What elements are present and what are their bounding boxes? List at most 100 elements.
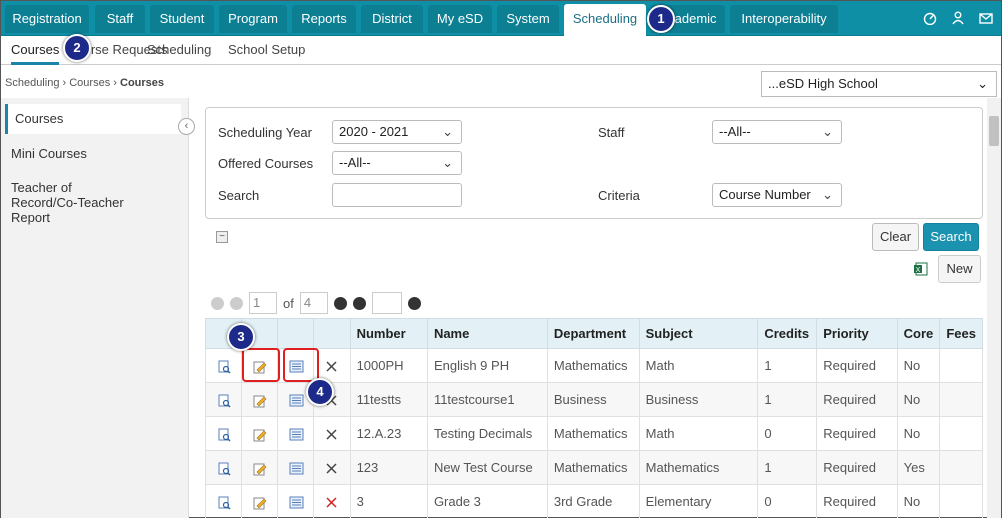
view-course-icon-cell[interactable] (204, 416, 243, 451)
edit-course-icon[interactable] (253, 462, 267, 476)
subnav-scheduling[interactable]: Scheduling (147, 36, 211, 65)
tab-scheduling[interactable]: Scheduling (564, 4, 646, 36)
search-input[interactable] (332, 183, 462, 207)
edit-course-icon-cell[interactable] (241, 484, 279, 518)
chevron-down-icon: ⌄ (977, 76, 988, 91)
user-settings-icon[interactable] (951, 11, 965, 25)
tab-interoperability[interactable]: Interoperability (730, 5, 838, 33)
course-detail-icon-cell[interactable] (277, 450, 315, 485)
header-credits[interactable]: Credits (757, 318, 818, 349)
breadcrumb-scheduling[interactable]: Scheduling (5, 77, 59, 89)
view-course-icon[interactable] (217, 428, 231, 442)
view-course-icon-cell[interactable] (204, 484, 243, 518)
offered-courses-select[interactable]: --All-- ⌄ (332, 151, 462, 175)
prev-page-icon[interactable] (230, 296, 243, 310)
school-select[interactable]: ...eSD High School ⌄ (761, 71, 997, 97)
sidebar-item-teacher-report[interactable]: Teacher of Record/Co-Teacher Report (1, 180, 151, 225)
cell-subject: Elementary (638, 484, 759, 518)
cell-core: No (896, 348, 941, 383)
view-course-icon[interactable] (217, 360, 231, 374)
collapse-sidebar-button[interactable]: ‹ (178, 118, 195, 135)
delete-course-icon[interactable] (325, 360, 339, 373)
search-button[interactable]: Search (923, 223, 979, 251)
edit-course-icon[interactable] (253, 428, 267, 442)
svg-text:X: X (916, 267, 921, 274)
delete-course-icon[interactable] (325, 496, 339, 509)
collapse-filter-icon[interactable]: − (216, 231, 228, 243)
edit-course-icon-cell[interactable] (241, 416, 279, 451)
delete-course-icon[interactable] (325, 428, 339, 441)
tab-registration[interactable]: Registration (5, 5, 89, 33)
delete-course-icon[interactable] (325, 462, 339, 475)
course-detail-icon-cell[interactable] (277, 416, 315, 451)
tab-my-esd[interactable]: My eSD (428, 5, 492, 33)
view-course-icon-cell[interactable] (204, 450, 243, 485)
edit-course-icon[interactable] (253, 394, 267, 408)
header-fees[interactable]: Fees (939, 318, 983, 349)
header-name[interactable]: Name (426, 318, 548, 349)
header-priority[interactable]: Priority (816, 318, 898, 349)
course-detail-icon[interactable] (289, 428, 304, 441)
callout-1: 1 (647, 5, 675, 33)
chevron-down-icon: ⌄ (442, 155, 453, 170)
view-course-icon[interactable] (217, 394, 231, 408)
edit-course-icon-cell[interactable] (241, 450, 279, 485)
tab-system[interactable]: System (497, 5, 559, 33)
scrollbar-thumb[interactable] (989, 116, 999, 146)
sidebar-item-courses[interactable]: Courses (5, 104, 181, 134)
course-detail-icon[interactable] (289, 462, 304, 475)
edit-course-icon-cell[interactable] (241, 382, 279, 417)
edit-course-icon[interactable] (253, 496, 267, 510)
cell-number: 11testts (349, 382, 428, 417)
table-row[interactable]: 123 New Test Course Mathematics Mathematics… (204, 450, 983, 485)
chevron-down-icon: ⌄ (442, 124, 453, 139)
tab-staff[interactable]: Staff (95, 5, 145, 33)
tab-district[interactable]: District (361, 5, 423, 33)
scrollbar[interactable] (987, 98, 1001, 518)
header-department[interactable]: Department (546, 318, 640, 349)
last-page-icon[interactable] (352, 296, 366, 310)
page-input[interactable]: 1 (249, 292, 277, 314)
first-page-icon[interactable] (211, 296, 224, 310)
view-course-icon-cell[interactable] (204, 382, 243, 417)
staff-select[interactable]: --All-- ⌄ (712, 120, 842, 144)
header-core[interactable]: Core (896, 318, 941, 349)
subnav-school-setup[interactable]: School Setup (228, 36, 305, 65)
cell-priority: Required (816, 484, 898, 518)
breadcrumb-courses[interactable]: Courses (69, 77, 110, 89)
cell-number: 1000PH (349, 348, 428, 383)
course-detail-icon[interactable] (289, 394, 304, 407)
delete-course-icon-cell[interactable] (313, 484, 351, 518)
tab-student[interactable]: Student (150, 5, 214, 33)
sidebar-item-mini-courses[interactable]: Mini Courses (1, 146, 97, 161)
clear-button[interactable]: Clear (872, 223, 919, 251)
course-detail-icon-cell[interactable] (277, 484, 315, 518)
view-course-icon-cell[interactable] (204, 348, 243, 383)
view-course-icon[interactable] (217, 496, 231, 510)
cell-subject: Math (638, 348, 759, 383)
scheduling-year-select[interactable]: 2020 - 2021 ⌄ (332, 120, 462, 144)
tab-program[interactable]: Program (219, 5, 287, 33)
table-row[interactable]: 12.A.23 Testing Decimals Mathematics Math 0 R… (204, 416, 983, 451)
view-course-icon[interactable] (217, 462, 231, 476)
filter-panel: Scheduling Year 2020 - 2021 ⌄ Offered Cou… (205, 107, 983, 219)
go-page-icon[interactable] (407, 296, 421, 310)
criteria-select[interactable]: Course Number ⌄ (712, 183, 842, 207)
new-button[interactable]: New (938, 255, 981, 283)
table-row[interactable]: 3 Grade 3 3rd Grade Elementary 0 Required No (204, 484, 983, 518)
goto-page-input[interactable] (371, 292, 402, 314)
sidebar: Courses Mini Courses Teacher of Record/C… (1, 98, 189, 518)
course-detail-icon[interactable] (289, 496, 304, 509)
cell-priority: Required (816, 348, 898, 383)
header-subject[interactable]: Subject (638, 318, 759, 349)
tab-reports[interactable]: Reports (292, 5, 356, 33)
subnav-courses[interactable]: Courses (11, 36, 60, 65)
dashboard-gauge-icon[interactable] (923, 11, 937, 26)
mail-icon[interactable] (979, 11, 993, 25)
excel-export-icon[interactable]: X (913, 261, 929, 277)
scheduling-year-value: 2020 - 2021 (339, 124, 409, 139)
delete-course-icon-cell[interactable] (313, 450, 351, 485)
next-page-icon[interactable] (333, 296, 347, 310)
header-number[interactable]: Number (349, 318, 428, 349)
delete-course-icon-cell[interactable] (313, 416, 351, 451)
